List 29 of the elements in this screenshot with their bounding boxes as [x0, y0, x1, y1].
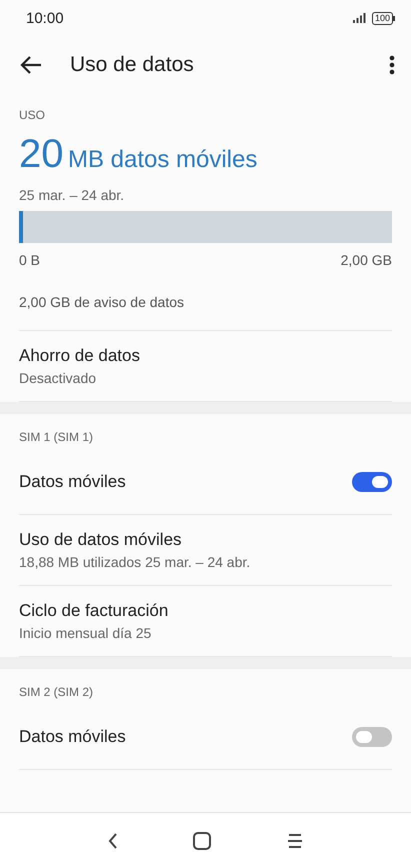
- row-title: Datos móviles: [19, 727, 127, 747]
- back-arrow-icon: [20, 56, 42, 74]
- battery-icon: 100: [372, 12, 395, 24]
- row-title: Datos móviles: [19, 472, 127, 492]
- back-icon: [108, 832, 118, 848]
- menu-icon: [287, 832, 304, 848]
- usage-amount: 20 MB datos móviles: [19, 132, 258, 177]
- page-title: Uso de datos: [70, 53, 195, 77]
- row-subtitle: Inicio mensual día 25: [19, 625, 152, 641]
- settings-row[interactable]: Datos móviles: [19, 450, 392, 515]
- row-title: Ciclo de facturación: [19, 601, 170, 621]
- more-icon: [389, 55, 395, 75]
- signal-icon: [352, 13, 366, 23]
- min-label: 0 B: [19, 252, 40, 268]
- section-header: SIM 1 (SIM 1): [18, 429, 94, 446]
- toggle-switch[interactable]: [352, 727, 392, 747]
- section-header: USO: [19, 108, 46, 122]
- row-title: Uso de datos móviles: [19, 530, 183, 550]
- settings-row[interactable]: Datos móviles: [19, 705, 392, 770]
- settings-row[interactable]: Uso de datos móviles 18,88 MB utilizados 25 mar. – 24 abr.: [19, 515, 392, 586]
- row-subtitle: Desactivado: [19, 370, 98, 386]
- row-title: Ahorro de datos: [19, 346, 141, 366]
- usage-period: 25 mar. – 24 abr.: [19, 187, 126, 203]
- toggle-switch[interactable]: [352, 472, 392, 492]
- section-header: SIM 2 (SIM 2): [18, 684, 94, 701]
- status-time: 10:00: [26, 10, 64, 26]
- row-subtitle: 18,88 MB utilizados 25 mar. – 24 abr.: [19, 554, 252, 570]
- square-icon: [193, 832, 212, 850]
- max-label: 2,00 GB: [340, 252, 392, 268]
